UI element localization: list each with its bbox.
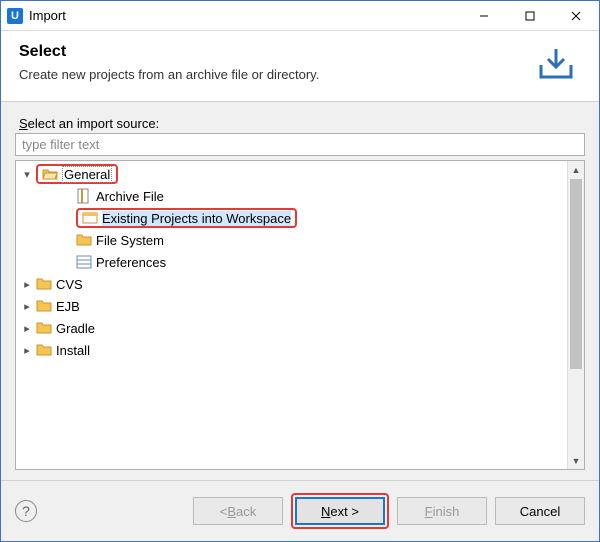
help-icon[interactable]: ? xyxy=(15,500,37,522)
tree-label: Archive File xyxy=(96,189,164,204)
vertical-scrollbar[interactable]: ▲ ▼ xyxy=(567,161,584,469)
open-folder-icon xyxy=(42,166,58,182)
chevron-right-icon[interactable]: ▸ xyxy=(20,344,34,357)
scroll-down-icon[interactable]: ▼ xyxy=(568,452,584,469)
tree-node-cvs[interactable]: ▸ CVS xyxy=(16,273,567,295)
tree-node-file-system[interactable]: · File System xyxy=(16,229,567,251)
folder-icon xyxy=(36,276,52,292)
tree-node-gradle[interactable]: ▸ Gradle xyxy=(16,317,567,339)
chevron-right-icon[interactable]: ▸ xyxy=(20,322,34,335)
import-source-label: Select an import source: xyxy=(19,116,581,131)
chevron-down-icon[interactable]: ▾ xyxy=(20,168,34,181)
close-button[interactable] xyxy=(553,1,599,30)
tree-label-existing-projects: Existing Projects into Workspace xyxy=(102,211,291,226)
scrollbar-thumb[interactable] xyxy=(570,179,582,369)
minimize-button[interactable] xyxy=(461,1,507,30)
highlight-existing-projects: Existing Projects into Workspace xyxy=(76,208,297,228)
scroll-up-icon[interactable]: ▲ xyxy=(568,161,584,178)
finish-button: Finish xyxy=(397,497,487,525)
tree-node-existing-projects[interactable]: · Existing Projects into Workspace xyxy=(16,207,567,229)
tree-node-preferences[interactable]: · Preferences xyxy=(16,251,567,273)
window-controls xyxy=(461,1,599,30)
folder-icon xyxy=(36,342,52,358)
folder-icon xyxy=(36,320,52,336)
import-source-tree: ▾ General · Archive File · xyxy=(15,160,585,470)
next-button[interactable]: Next > xyxy=(295,497,385,525)
tree-label-general: General xyxy=(62,166,112,183)
maximize-button[interactable] xyxy=(507,1,553,30)
titlebar: U Import xyxy=(1,1,599,31)
tree-label: EJB xyxy=(56,299,80,314)
page-title: Select xyxy=(19,43,521,61)
projects-icon xyxy=(82,210,98,226)
filter-text-input[interactable] xyxy=(15,133,585,156)
tree-viewport[interactable]: ▾ General · Archive File · xyxy=(16,161,567,469)
window-title: Import xyxy=(29,8,461,23)
wizard-header: Select Create new projects from an archi… xyxy=(1,31,599,102)
page-description: Create new projects from an archive file… xyxy=(19,67,521,82)
chevron-right-icon[interactable]: ▸ xyxy=(20,300,34,313)
tree-label: File System xyxy=(96,233,164,248)
highlight-next-button: Next > xyxy=(291,493,389,529)
chevron-right-icon[interactable]: ▸ xyxy=(20,278,34,291)
preferences-icon xyxy=(76,254,92,270)
tree-node-archive-file[interactable]: · Archive File xyxy=(16,185,567,207)
folder-icon xyxy=(76,232,92,248)
tree-node-general[interactable]: ▾ General xyxy=(16,163,567,185)
tree-label: CVS xyxy=(56,277,83,292)
tree-label: Preferences xyxy=(96,255,166,270)
cancel-button[interactable]: Cancel xyxy=(495,497,585,525)
tree-node-install[interactable]: ▸ Install xyxy=(16,339,567,361)
wizard-footer: ? < Back Next > Finish Cancel xyxy=(1,480,599,541)
highlight-general: General xyxy=(36,164,118,184)
tree-label: Gradle xyxy=(56,321,95,336)
back-button: < Back xyxy=(193,497,283,525)
archive-file-icon xyxy=(76,188,92,204)
app-icon: U xyxy=(7,8,23,24)
folder-icon xyxy=(36,298,52,314)
tree-label: Install xyxy=(56,343,90,358)
import-banner-icon xyxy=(531,43,581,83)
tree-node-ejb[interactable]: ▸ EJB xyxy=(16,295,567,317)
wizard-content: Select an import source: ▾ General · Arc xyxy=(1,102,599,480)
